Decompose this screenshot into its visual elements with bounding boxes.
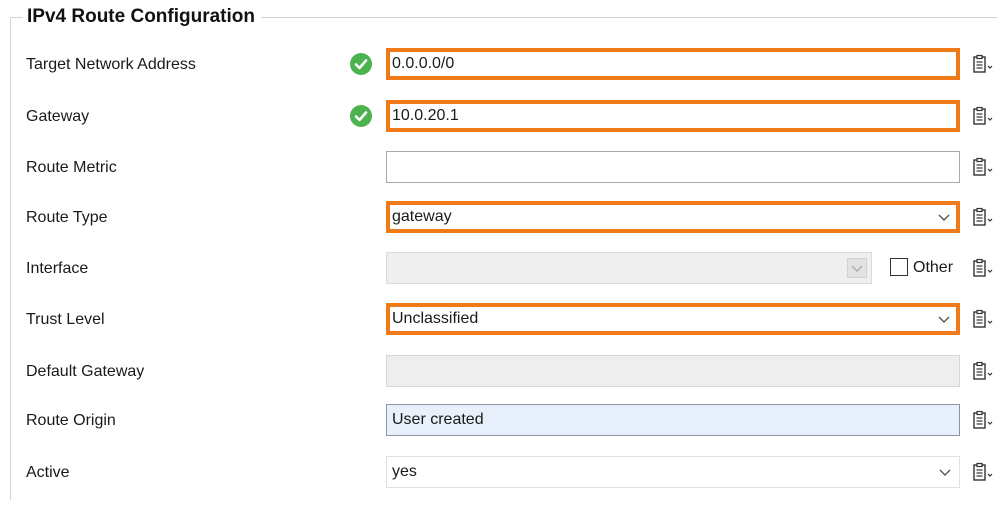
default-gateway-input (386, 355, 960, 387)
gateway-label: Gateway (26, 108, 90, 125)
clipboard-menu-icon[interactable] (972, 361, 994, 383)
row-interface: Interface Other (0, 252, 997, 286)
row-trust-level: Trust Level Unclassified (0, 303, 997, 337)
chevron-down-icon[interactable] (935, 462, 955, 482)
section-title: IPv4 Route Configuration (23, 5, 261, 29)
clipboard-menu-icon[interactable] (972, 258, 994, 280)
clipboard-menu-icon[interactable] (972, 106, 994, 128)
chevron-down-icon[interactable] (847, 258, 867, 278)
row-route-metric: Route Metric (0, 151, 997, 185)
clipboard-menu-icon[interactable] (972, 309, 994, 331)
active-value: yes (392, 463, 417, 480)
target-network-input[interactable]: 0.0.0.0/0 (386, 48, 960, 80)
row-default-gateway: Default Gateway (0, 355, 997, 389)
clipboard-menu-icon[interactable] (972, 207, 994, 229)
route-origin-field: User created (386, 404, 960, 436)
clipboard-menu-icon[interactable] (972, 410, 994, 432)
gateway-input[interactable]: 10.0.20.1 (386, 100, 960, 132)
chevron-down-icon[interactable] (934, 309, 954, 329)
active-label: Active (26, 464, 70, 481)
active-select[interactable]: yes (386, 456, 960, 488)
clipboard-menu-icon[interactable] (972, 157, 994, 179)
target-network-label: Target Network Address (26, 56, 196, 73)
route-type-select[interactable]: gateway (386, 201, 960, 233)
route-type-label: Route Type (26, 209, 108, 226)
trust-level-value: Unclassified (392, 310, 479, 327)
interface-label: Interface (26, 260, 89, 277)
interface-select[interactable] (386, 252, 872, 284)
route-type-value: gateway (392, 208, 452, 225)
row-active: Active yes (0, 456, 997, 490)
default-gateway-label: Default Gateway (26, 363, 145, 380)
check-circle-icon (350, 105, 372, 127)
trust-level-select[interactable]: Unclassified (386, 303, 960, 335)
row-route-origin: Route Origin User created (0, 404, 997, 438)
chevron-down-icon[interactable] (934, 207, 954, 227)
clipboard-menu-icon[interactable] (972, 462, 994, 484)
route-metric-label: Route Metric (26, 159, 117, 176)
check-circle-icon (350, 53, 372, 75)
other-checkbox-label: Other (913, 259, 954, 276)
route-origin-label: Route Origin (26, 412, 116, 429)
row-target-network: Target Network Address 0.0.0.0/0 (0, 48, 997, 82)
row-gateway: Gateway 10.0.20.1 (0, 100, 997, 134)
other-checkbox[interactable] (890, 258, 908, 276)
trust-level-label: Trust Level (26, 311, 105, 328)
row-route-type: Route Type gateway (0, 201, 997, 235)
route-metric-input[interactable] (386, 151, 960, 183)
clipboard-menu-icon[interactable] (972, 54, 994, 76)
